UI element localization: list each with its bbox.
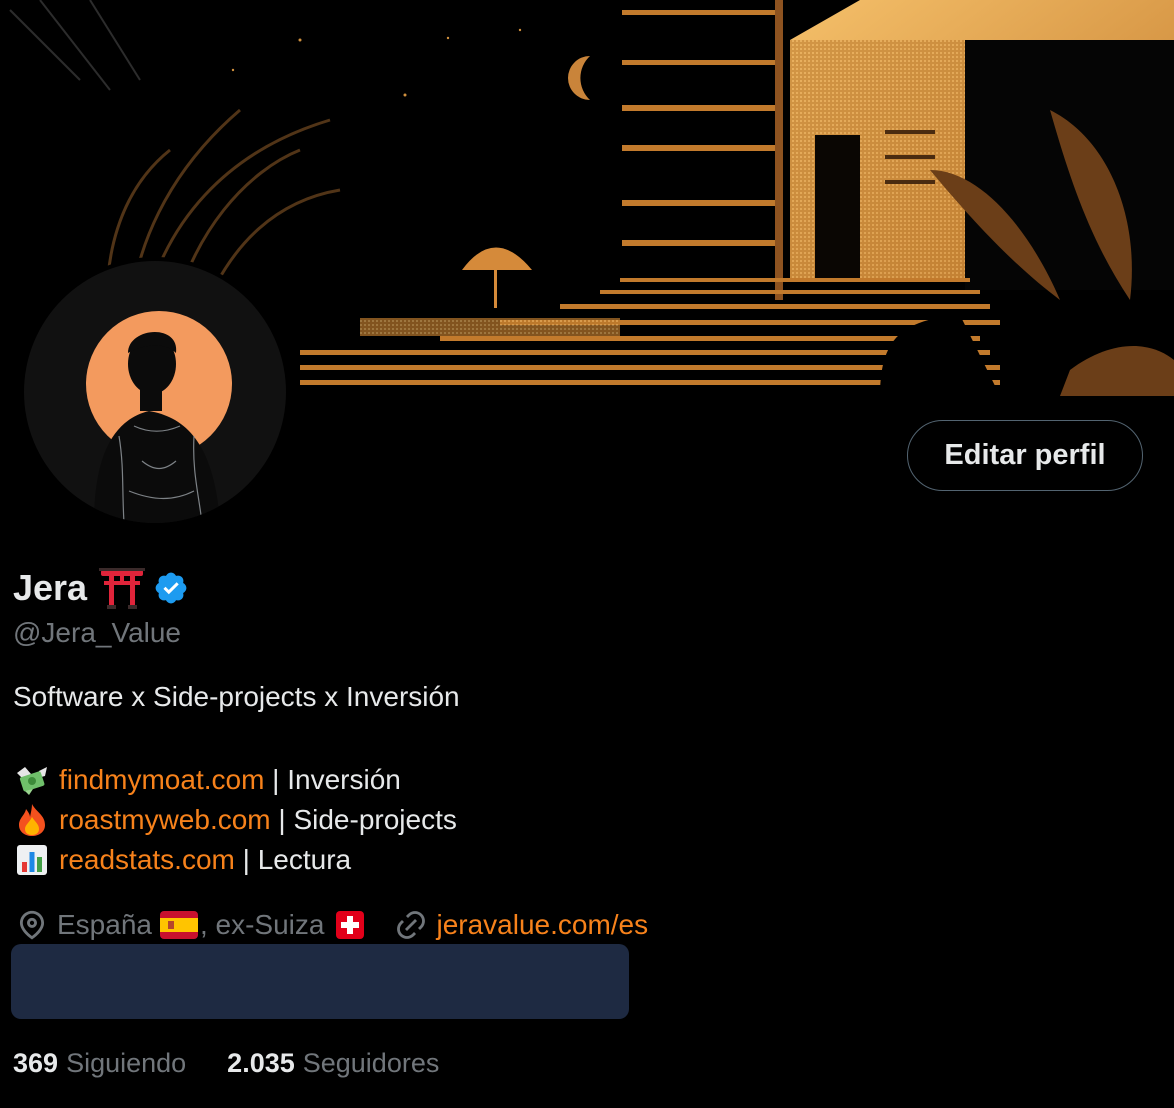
following-count: 369 xyxy=(13,1047,59,1078)
avatar-illustration xyxy=(24,261,286,523)
bio-text: Software x Side-projects x Inversión xyxy=(13,681,460,712)
bio-link-suffix: | Lectura xyxy=(234,844,352,875)
money-with-wings-icon xyxy=(13,763,51,797)
bio-link-line: readstats.com | Lectura xyxy=(13,840,457,880)
profile-avatar[interactable] xyxy=(20,257,290,527)
display-name: Jera xyxy=(13,567,88,608)
bio-link-readstats[interactable]: readstats.com xyxy=(59,840,235,880)
location-text-secondary: , ex-Suiza xyxy=(199,909,325,940)
profile-meta-row: España , ex-Suiza jeravalue.com/es xyxy=(15,904,648,946)
display-name-row: Jera xyxy=(13,564,189,612)
link-icon xyxy=(394,908,428,942)
followers-stat[interactable]: 2.035 Seguidores xyxy=(227,1048,439,1079)
followers-label: Seguidores xyxy=(302,1047,440,1078)
fire-icon xyxy=(13,803,51,837)
follow-stats: 369 Siguiendo 2.035 Seguidores xyxy=(13,1044,439,1082)
website-link[interactable]: jeravalue.com/es xyxy=(436,909,648,941)
bio-links: findmymoat.com | Inversión roastmyweb.co… xyxy=(13,760,457,880)
bio-link-line: roastmyweb.com | Side-projects xyxy=(13,800,457,840)
torii-gate-icon xyxy=(99,567,146,609)
redacted-block xyxy=(11,944,629,1019)
bar-chart-icon xyxy=(13,843,51,877)
following-stat[interactable]: 369 Siguiendo xyxy=(13,1048,186,1079)
username-handle: @Jera_Value xyxy=(13,617,181,648)
spain-flag-icon xyxy=(159,911,198,939)
location-text: España xyxy=(57,909,152,940)
bio-link-findmymoat[interactable]: findmymoat.com xyxy=(59,760,264,800)
followers-count: 2.035 xyxy=(227,1047,295,1078)
following-label: Siguiendo xyxy=(66,1047,187,1078)
location-pin-icon xyxy=(15,908,49,942)
bio-link-line: findmymoat.com | Inversión xyxy=(13,760,457,800)
verified-badge-icon[interactable] xyxy=(153,570,189,606)
edit-profile-button[interactable]: Editar perfil xyxy=(907,420,1143,491)
bio-link-suffix: | Side-projects xyxy=(270,804,457,835)
bio-link-suffix: | Inversión xyxy=(264,764,401,795)
bio-link-roastmyweb[interactable]: roastmyweb.com xyxy=(59,800,271,840)
switzerland-flag-icon xyxy=(336,911,365,939)
